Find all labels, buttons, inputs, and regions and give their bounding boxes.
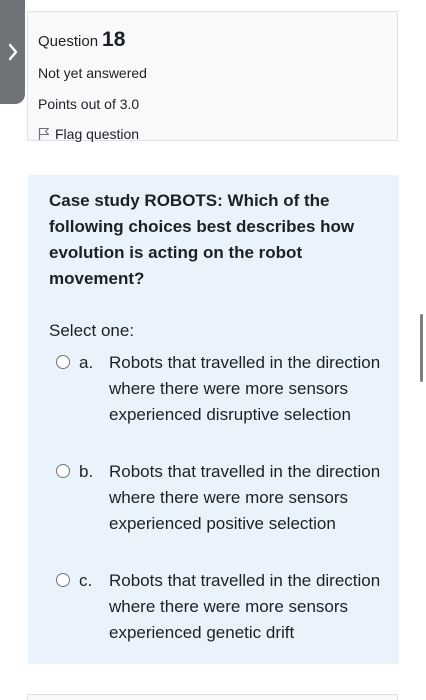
question-number: 18	[102, 28, 126, 51]
option-letter: b.	[79, 462, 94, 481]
question-text: Case study ROBOTS: Which of the followin…	[49, 191, 355, 288]
radio-button-a[interactable]	[56, 355, 70, 369]
question-title: Question 18	[38, 28, 126, 52]
flag-icon	[38, 127, 50, 141]
vertical-scrollbar[interactable]	[420, 314, 423, 382]
option-text: Robots that travelled in the direction w…	[109, 571, 381, 642]
radio-button-b[interactable]	[56, 464, 70, 478]
option-letter: a.	[79, 353, 94, 372]
option-text: Robots that travelled in the direction w…	[109, 462, 381, 533]
question-grade: Points out of 3.0	[38, 96, 140, 112]
option-letter: c.	[79, 571, 93, 590]
question-label: Question	[38, 33, 99, 50]
select-one-prompt: Select one:	[49, 321, 135, 340]
chevron-right-icon	[8, 43, 18, 61]
flag-question-link[interactable]: Flag question	[38, 125, 139, 143]
answer-option-a[interactable]: a. Robots that travelled in the directio…	[56, 350, 386, 428]
question-content-panel: Case study ROBOTS: Which of the followin…	[28, 175, 399, 664]
quiz-page: Question 18 Not yet answered Points out o…	[0, 0, 426, 700]
answer-option-c[interactable]: c. Robots that travelled in the directio…	[56, 568, 386, 646]
option-text: Robots that travelled in the direction w…	[109, 353, 381, 424]
radio-button-c[interactable]	[56, 573, 70, 587]
next-question-panel	[27, 694, 398, 700]
question-state: Not yet answered	[38, 65, 147, 81]
flag-question-label: Flag question	[55, 126, 140, 142]
question-info-panel: Question 18 Not yet answered Points out o…	[27, 11, 398, 143]
answer-option-b[interactable]: b. Robots that travelled in the directio…	[56, 459, 386, 537]
drawer-toggle-button[interactable]	[0, 0, 25, 104]
